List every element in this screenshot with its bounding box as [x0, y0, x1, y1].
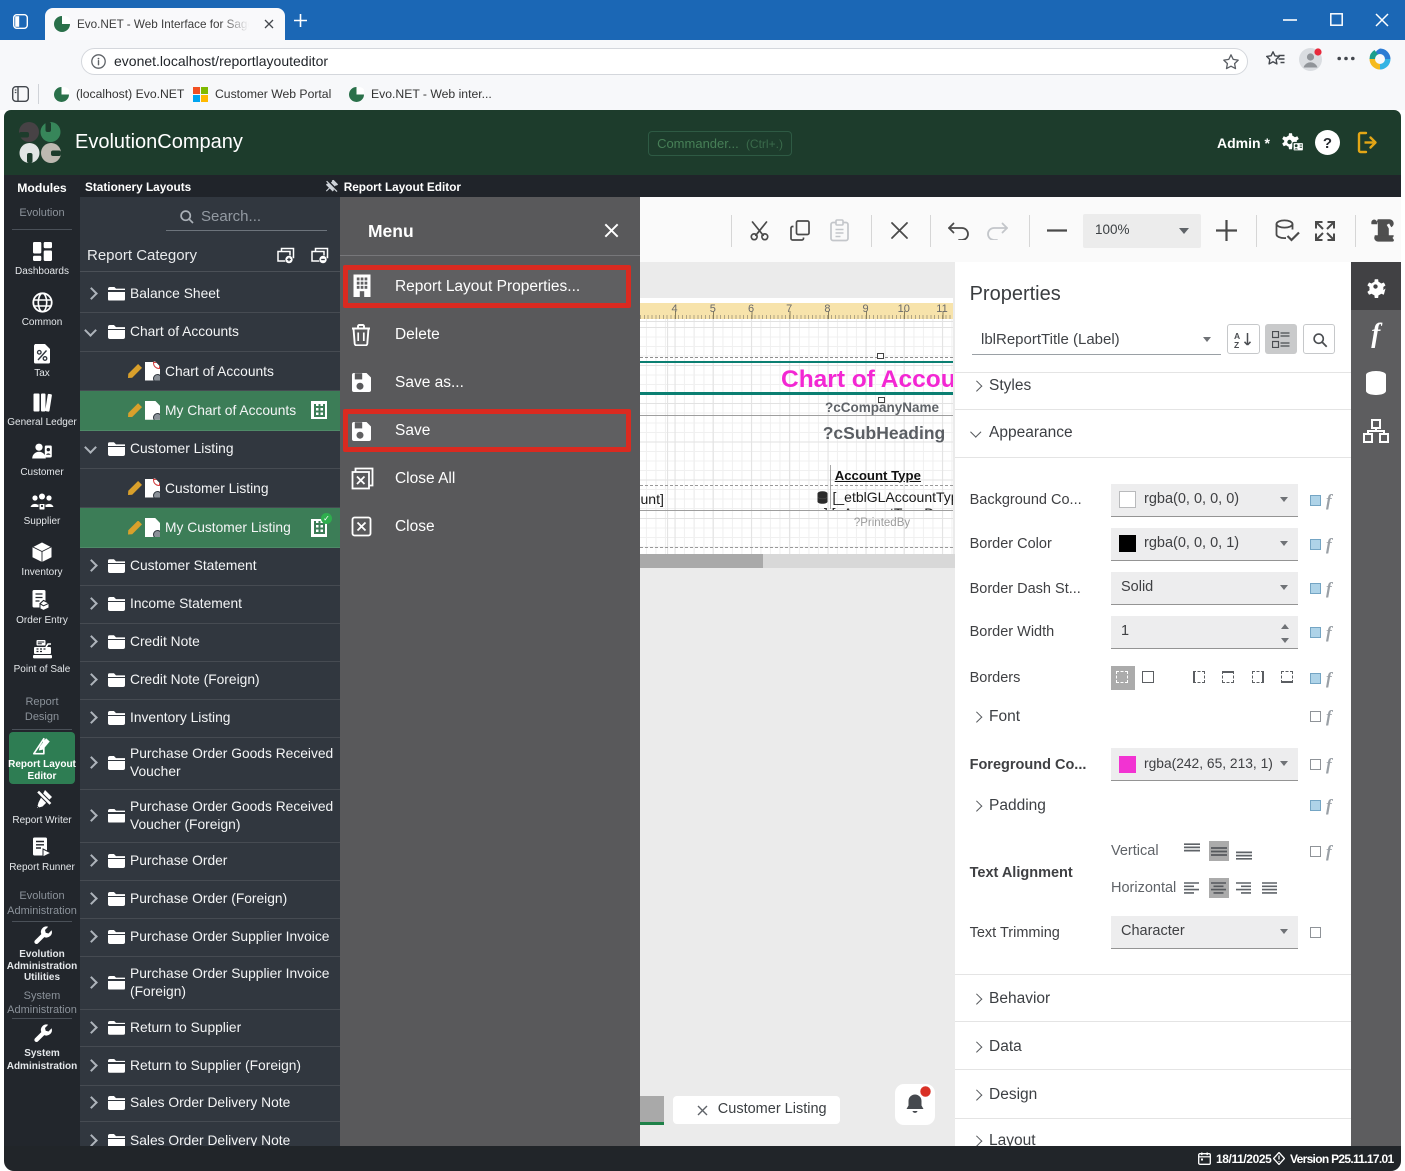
svg-text:Z: Z	[1234, 340, 1239, 349]
svg-text:?: ?	[1323, 135, 1332, 152]
